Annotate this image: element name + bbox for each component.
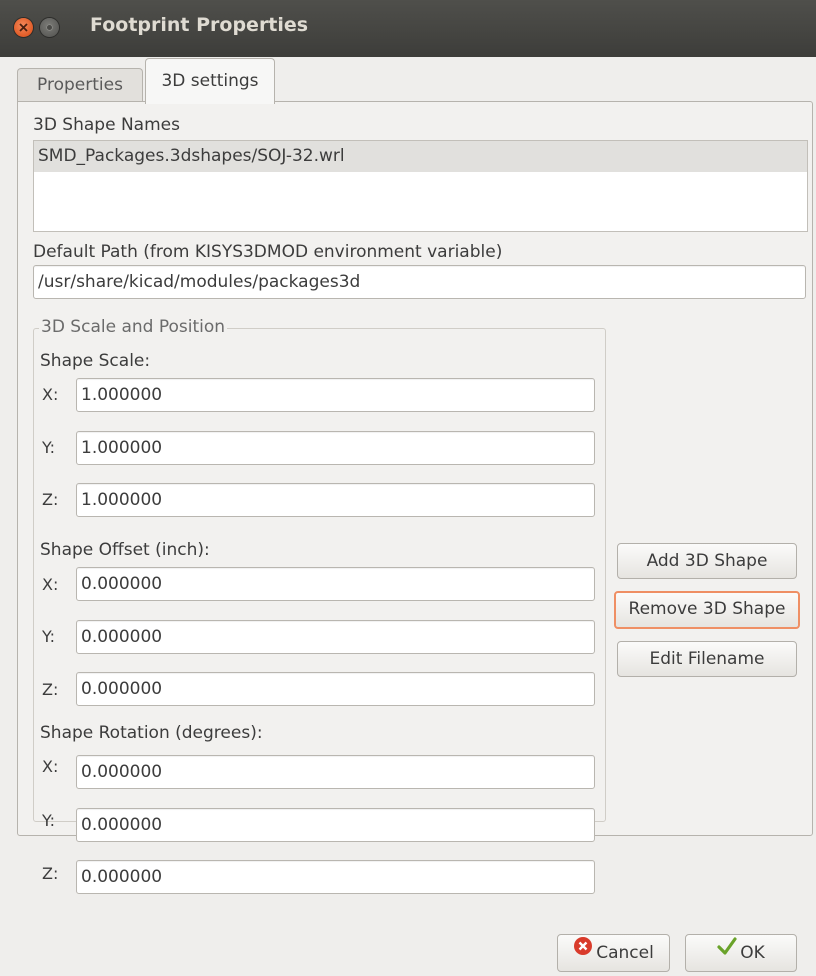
scale-z-label: Z: <box>42 490 59 509</box>
rotation-x-field[interactable]: 0.000000 <box>76 755 595 789</box>
offset-z-field[interactable]: 0.000000 <box>76 672 595 706</box>
scale-position-group-title: 3D Scale and Position <box>39 317 228 337</box>
scale-z-field[interactable]: 1.000000 <box>76 483 595 517</box>
offset-x-field[interactable]: 0.000000 <box>76 567 595 601</box>
ok-button[interactable]: OK <box>685 934 797 972</box>
cancel-icon <box>573 933 593 969</box>
shape-names-label: 3D Shape Names <box>33 115 180 135</box>
tab-properties[interactable]: Properties <box>17 68 143 101</box>
shape-scale-label: Shape Scale: <box>40 351 151 371</box>
offset-z-label: Z: <box>42 680 59 699</box>
rotation-y-field[interactable]: 0.000000 <box>76 808 595 842</box>
offset-y-label: Y: <box>42 627 56 646</box>
close-window-button[interactable] <box>14 18 33 37</box>
rotation-z-label: Z: <box>42 864 59 883</box>
rotation-y-label: Y: <box>42 811 56 830</box>
shape-names-list[interactable]: SMD_Packages.3dshapes/SOJ-32.wrl <box>33 140 808 232</box>
checkmark-icon <box>717 933 737 969</box>
tab-3d-settings[interactable]: 3D settings <box>145 58 275 104</box>
close-icon <box>19 23 28 32</box>
edit-filename-button[interactable]: Edit Filename <box>617 641 797 677</box>
shape-rotation-label: Shape Rotation (degrees): <box>40 723 263 743</box>
scale-x-label: X: <box>42 385 59 404</box>
scale-x-field[interactable]: 1.000000 <box>76 378 595 412</box>
rotation-z-field[interactable]: 0.000000 <box>76 860 595 894</box>
remove-3d-shape-button[interactable]: Remove 3D Shape <box>614 591 800 629</box>
window-title: Footprint Properties <box>90 14 309 36</box>
default-path-field[interactable]: /usr/share/kicad/modules/packages3d <box>33 265 806 299</box>
title-bar: Footprint Properties <box>0 0 816 57</box>
minimize-window-button[interactable] <box>40 18 59 37</box>
add-3d-shape-button[interactable]: Add 3D Shape <box>617 543 797 579</box>
shape-offset-label: Shape Offset (inch): <box>40 540 210 560</box>
default-path-label: Default Path (from KISYS3DMOD environmen… <box>33 242 503 262</box>
rotation-x-label: X: <box>42 757 59 776</box>
scale-y-field[interactable]: 1.000000 <box>76 431 595 465</box>
offset-y-field[interactable]: 0.000000 <box>76 620 595 654</box>
offset-x-label: X: <box>42 575 59 594</box>
cancel-label: Cancel <box>596 943 654 963</box>
cancel-button[interactable]: Cancel <box>557 934 670 972</box>
scale-y-label: Y: <box>42 438 56 457</box>
ok-label: OK <box>740 943 765 963</box>
list-item[interactable]: SMD_Packages.3dshapes/SOJ-32.wrl <box>34 141 807 172</box>
